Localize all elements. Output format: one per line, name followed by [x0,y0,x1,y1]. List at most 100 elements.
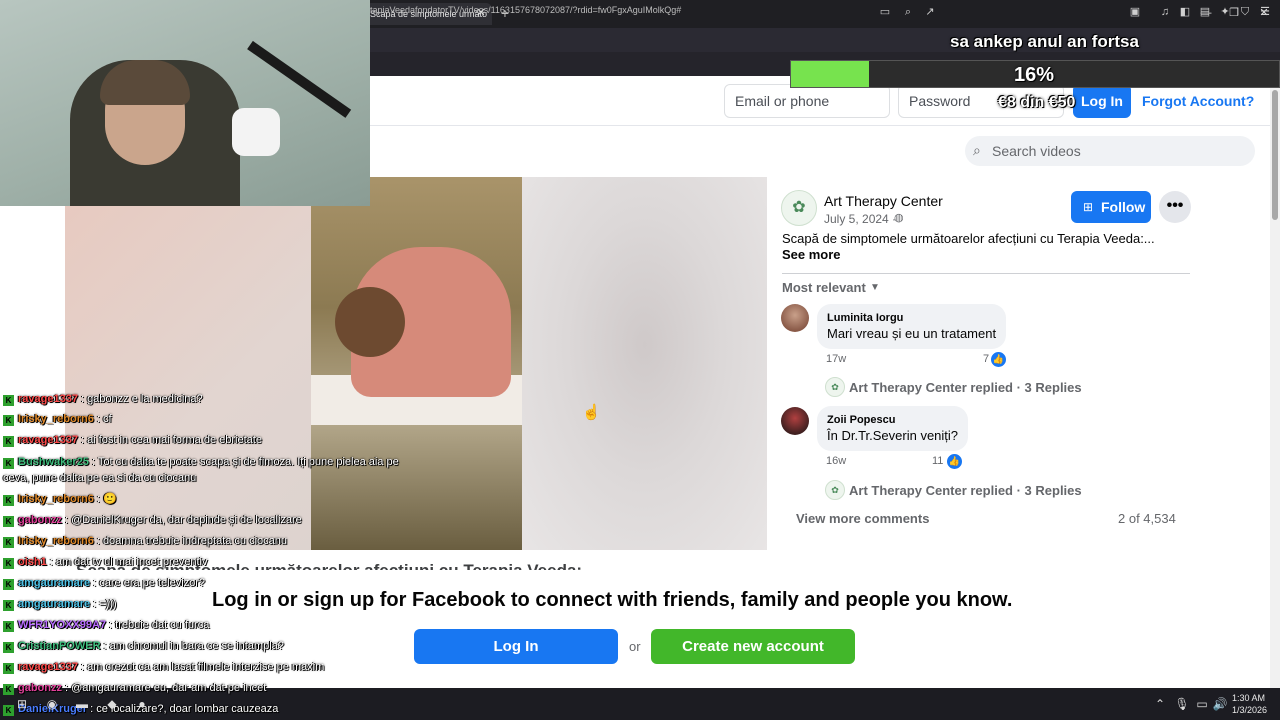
chat-text: : @DanielKruger da, dar depinde și de lo… [65,514,302,526]
sparkle-icon[interactable]: ✦ [1218,5,1232,19]
chat-username[interactable]: WFR1YOXX99A7 [18,619,106,631]
kick-badge-icon: K [3,395,14,406]
kick-badge-icon: K [3,516,14,527]
page-name[interactable]: Art Therapy Center [824,193,943,209]
chat-message: Koish1: am dat tv ul mai incet preventiv [3,555,433,569]
music-icon[interactable]: ♫ [1158,5,1172,19]
chat-username[interactable]: ravage1337 [18,434,78,446]
folder-icon[interactable]: ▬ [74,696,90,712]
share-icon[interactable]: ↗ [923,5,937,19]
chat-username[interactable]: Irisky_reborn6 [18,535,94,547]
chat-text: : trebuie dat cu furca [109,619,210,631]
kick-badge-icon: K [3,600,14,611]
replies-link[interactable]: Art Therapy Center replied · 3 Replies [849,483,1082,498]
page-avatar-small: ✿ [825,480,845,500]
chat-username[interactable]: oish1 [18,556,47,568]
clock-date[interactable]: 1/3/2026 [1232,705,1267,715]
extension-icon[interactable]: ▣ [1128,5,1142,19]
kick-badge-icon: K [3,642,14,653]
chat-username[interactable]: Bushwaker25 [18,456,89,468]
chat-username[interactable]: gabonzz [18,514,62,526]
chrome-icon[interactable]: ◉ [44,696,60,712]
wallet-icon[interactable]: ▤ [1198,5,1212,19]
comment-author[interactable]: Zoii Popescu [827,413,958,427]
scrollbar-thumb[interactable] [1272,90,1278,220]
chat-message: Kamgauramare: care era pe televizor? [3,576,433,590]
donation-progress-label: 16% [1014,64,1055,86]
kick-badge-icon: K [3,705,14,716]
kick-badge-icon: K [3,415,14,426]
page-avatar[interactable]: ✿ [781,190,817,226]
kick-badge-icon: K [3,558,14,569]
banner-or-text: or [629,639,641,654]
chat-text: : ai fost in cea mai forma de ebrietate [80,434,262,446]
email-field[interactable] [724,84,890,118]
chat-message: Kamgauramare: =))) [3,597,433,611]
more-options-button[interactable]: ••• [1159,191,1191,223]
volume-icon[interactable]: 🔊 [1212,696,1228,712]
comment-like-count[interactable]: 11 [932,455,943,467]
search-icon: ⌕ [973,142,981,158]
like-icon: 👍 [991,352,1006,367]
comment-sort-dropdown[interactable]: Most relevant [782,280,866,295]
chat-message: K Irisky_reborn6: 🙂 [3,492,433,506]
comment-time[interactable]: 16w [826,455,846,467]
shield-icon[interactable]: ⛉ [1238,5,1252,19]
chat-username[interactable]: amgauramare [18,577,90,589]
chat-message: Kravage1337: ai fost in cea mai forma de… [3,433,433,447]
login-button[interactable]: Log In [1073,84,1131,118]
app-icon[interactable]: ● [134,696,150,712]
post-text: Scapă de simptomele următoarelor afecțiu… [782,231,1155,246]
see-more-link[interactable]: See more [782,247,841,262]
chat-username[interactable]: ravage1337 [18,393,78,405]
chat-message: K CristianPOWER: am chromul in bara ce se… [3,639,433,653]
chevron-down-icon[interactable]: ▼ [870,282,882,294]
zoom-icon[interactable]: ⌕ [901,5,915,19]
menu-icon[interactable]: ☰ [1258,5,1272,19]
replies-link[interactable]: Art Therapy Center replied · 3 Replies [849,380,1082,395]
microphone-icon[interactable]: 🎙 [1174,696,1190,712]
chat-text: : =))) [93,598,117,610]
kick-badge-icon: K [3,495,14,506]
stream-goal-title: sa ankep anul an fortsa [950,32,1139,51]
chat-text: : am dat tv ul mai incet preventiv [49,556,208,568]
view-more-comments-link[interactable]: View more comments [796,511,929,526]
chat-text: : care era pe televizor? [93,577,206,589]
reader-view-icon[interactable]: ▭ [878,5,892,19]
forgot-account-link[interactable]: Forgot Account? [1142,93,1254,109]
chat-text: : gabonzz e la medicina? [80,393,203,405]
kick-badge-icon: K [3,663,14,674]
comment-time[interactable]: 17w [826,353,846,365]
network-icon[interactable]: ▭ [1194,696,1210,712]
chat-message: K Irisky_reborn6: doamna trebuie indrepta… [3,534,433,548]
like-icon: 👍 [947,454,962,469]
avatar[interactable] [781,304,809,332]
chat-username[interactable]: ravage1337 [18,661,78,673]
clock-time[interactable]: 1:30 AM [1232,693,1265,703]
video-patient-head [335,287,405,357]
donation-amount: €8 din €50 [998,94,1076,111]
chat-message: Kgabonzz: @amgauramare eu, dar am dat pe… [3,681,433,695]
comment-like-count[interactable]: 7 [983,353,989,365]
chat-text: : 🙂 [96,493,117,505]
globe-icon: ◍ [894,212,904,224]
chat-message: K Bushwaker25: Tot cu dalta te poate scap… [3,455,433,469]
url-text[interactable]: tapiaVeedafondatorTV/videos/116315767807… [370,5,681,15]
comment-bubble: Luminita Iorgu Mari vreau și eu un trata… [817,304,1007,349]
browser-icon[interactable]: ◆ [104,696,120,712]
post-date[interactable]: July 5, 2024 · [824,212,896,226]
sidebar-icon[interactable]: ◧ [1178,5,1192,19]
create-account-button[interactable]: Create new account [651,629,855,664]
tray-chevron-icon[interactable]: ⌃ [1152,696,1168,712]
chat-username[interactable]: CristianPOWER [18,640,101,652]
comment-author[interactable]: Luminita Iorgu [827,311,996,325]
donation-progress-fill [791,61,870,87]
avatar[interactable] [781,407,809,435]
chat-username[interactable]: Irisky_reborn6 [18,413,94,425]
chat-username[interactable]: Irisky_reborn6 [18,493,94,505]
windows-start-icon[interactable]: ⊞ [14,696,30,712]
chat-username[interactable]: amgauramare [18,598,90,610]
kick-badge-icon: K [3,684,14,695]
chat-username[interactable]: gabonzz [18,682,62,694]
kick-badge-icon: K [3,579,14,590]
